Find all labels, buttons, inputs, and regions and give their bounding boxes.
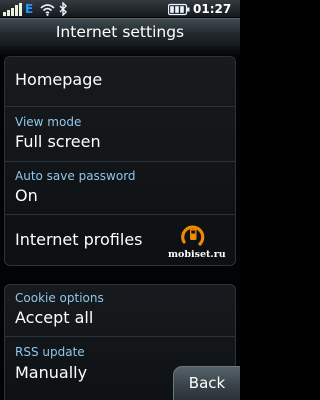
setting-cookie-options[interactable]: Cookie options Accept all: [5, 285, 235, 337]
status-bar: E 01:27: [0, 0, 240, 18]
setting-label: Cookie options: [15, 291, 104, 305]
wifi-icon: [40, 4, 55, 16]
setting-label: View mode: [15, 115, 82, 129]
setting-value: Internet profiles: [15, 230, 143, 249]
bluetooth-icon: [59, 2, 67, 16]
setting-value: Accept all: [15, 308, 94, 327]
setting-value: Homepage: [15, 70, 103, 89]
setting-value: On: [15, 186, 38, 205]
setting-view-mode[interactable]: View mode Full screen: [5, 108, 235, 162]
signal-strength-icon: [3, 2, 23, 16]
page-title: Internet settings: [55, 23, 185, 41]
screen: E 01:27 Internet settings Homepage View …: [0, 0, 240, 400]
watermark-text: mobiset.ru: [168, 249, 226, 260]
setting-value: Full screen: [15, 132, 101, 151]
setting-auto-save-password[interactable]: Auto save password On: [5, 163, 235, 215]
setting-value: Manually: [15, 363, 88, 382]
edge-network-icon: E: [25, 2, 34, 16]
back-button[interactable]: Back: [173, 366, 240, 400]
title-bar: Internet settings: [0, 18, 240, 46]
battery-icon: [168, 3, 190, 16]
setting-homepage[interactable]: Homepage: [5, 57, 235, 107]
setting-label: Auto save password: [15, 169, 136, 183]
status-clock: 01:27: [193, 2, 232, 16]
header-separator: [0, 46, 240, 55]
watermark-logo-icon: [181, 225, 205, 246]
setting-label: RSS update: [15, 345, 85, 359]
